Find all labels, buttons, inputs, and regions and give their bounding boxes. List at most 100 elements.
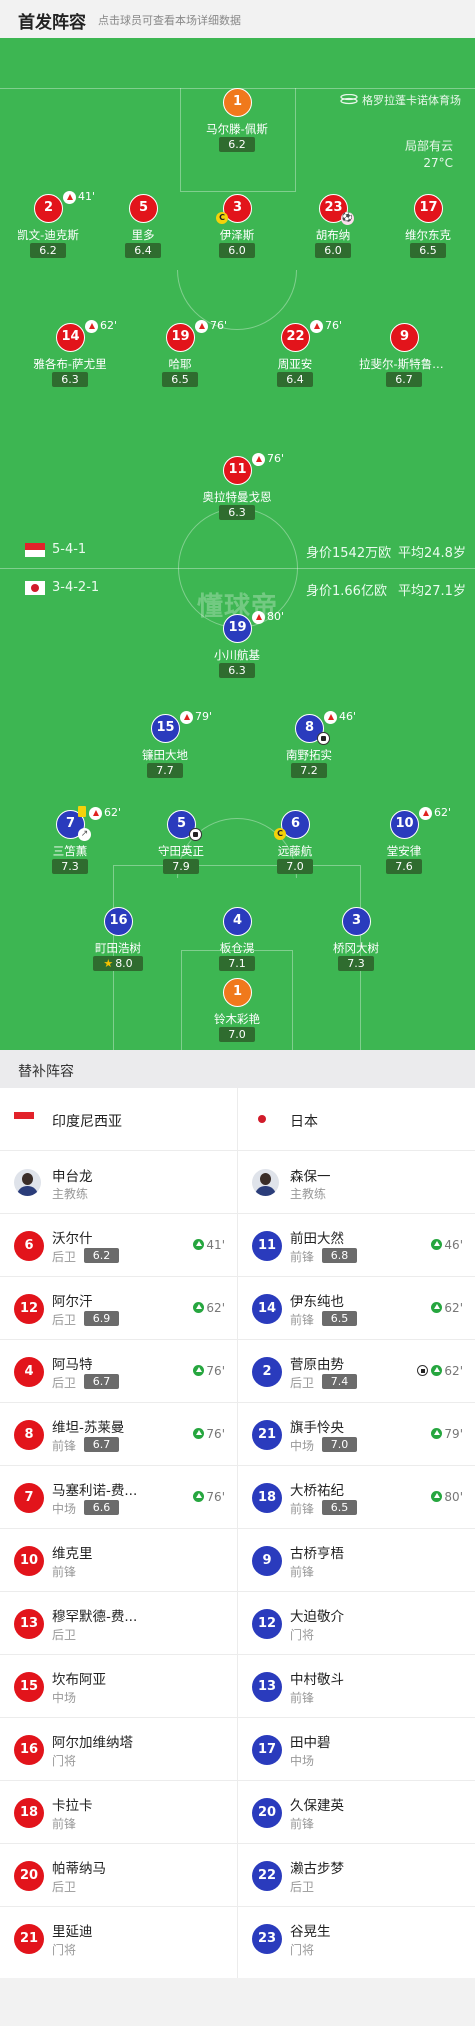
- sub-player-row[interactable]: 11 前田大然 前锋 6.8 46': [238, 1214, 475, 1277]
- sub-player-row[interactable]: 16 阿尔加维纳塔 门将: [0, 1718, 237, 1781]
- player-rating: 7.0: [219, 1027, 255, 1042]
- sub-player-row[interactable]: 17 田中碧 中场: [238, 1718, 475, 1781]
- sub-number: 18: [252, 1483, 282, 1513]
- sub-number: 12: [252, 1609, 282, 1639]
- sub-rating: 6.7: [84, 1374, 119, 1389]
- sub-player-row[interactable]: 12 大迫敬介 门将: [238, 1592, 475, 1655]
- sub-in-icon: [431, 1365, 443, 1376]
- player-name: 哈耶: [168, 357, 192, 371]
- home-avg-age: 平均24.8岁: [398, 546, 466, 561]
- sub-position: 中场: [290, 1754, 315, 1768]
- coach-avatar: [252, 1169, 279, 1196]
- home-team-row: 印度尼西亚: [0, 1088, 237, 1151]
- sub-out-icon: [324, 711, 337, 724]
- sub-player-row[interactable]: 12 阿尔汗 后卫 6.9 62': [0, 1277, 237, 1340]
- sub-player-row[interactable]: 18 卡拉卡 前锋: [0, 1781, 237, 1844]
- player-rating: 7.9: [163, 859, 199, 874]
- stadium-info: 格罗拉蓬卡诺体育场: [340, 92, 461, 108]
- sub-position: 后卫: [52, 1880, 77, 1894]
- sub-in-time: 79': [431, 1427, 463, 1441]
- sub-player-row[interactable]: 15 坎布阿亚 中场: [0, 1655, 237, 1718]
- coach-role: 主教练: [290, 1187, 327, 1201]
- sub-position: 前锋: [290, 1565, 315, 1579]
- stadium-name: 格罗拉蓬卡诺体育场: [362, 94, 461, 107]
- sub-player-row[interactable]: 14 伊东纯也 前锋 6.5 62': [238, 1277, 475, 1340]
- player-rating: 6.2: [219, 137, 255, 152]
- sub-player-row[interactable]: 8 维坦-苏莱曼 前锋 6.7 76': [0, 1403, 237, 1466]
- player-name: 胡布纳: [315, 228, 351, 242]
- weather-info: 局部有云 27°C: [333, 138, 453, 172]
- sub-player-row[interactable]: 13 中村敬斗 前锋: [238, 1655, 475, 1718]
- sub-player-row[interactable]: 22 濑古步梦 后卫: [238, 1844, 475, 1907]
- sub-name: 大迫敬介: [290, 1609, 344, 1625]
- sub-in-icon: [431, 1428, 443, 1439]
- sub-position: 后卫: [52, 1376, 77, 1390]
- sub-in-icon: [193, 1302, 205, 1313]
- sub-position: 门将: [52, 1943, 77, 1957]
- sub-player-row[interactable]: 23 谷晃生 门将: [238, 1907, 475, 1970]
- sub-name: 卡拉卡: [52, 1798, 93, 1814]
- away-formation: 3-4-2-1: [52, 580, 100, 595]
- player-number: 1: [223, 88, 252, 117]
- sub-number: 17: [252, 1735, 282, 1765]
- captain-badge: C: [216, 212, 228, 224]
- sub-position: 前锋: [52, 1565, 77, 1579]
- sub-position: 前锋: [52, 1439, 77, 1453]
- sub-player-row[interactable]: 13 穆罕默德-费... 后卫: [0, 1592, 237, 1655]
- sub-number: 20: [252, 1798, 282, 1828]
- sub-player-row[interactable]: 21 里延迪 门将: [0, 1907, 237, 1970]
- player-name: 马尔滕-佩斯: [206, 122, 268, 136]
- captain-badge: C: [274, 828, 286, 840]
- sub-in-time: 76': [193, 1364, 225, 1378]
- goal-ball-icon: [317, 732, 330, 745]
- sub-number: 15: [14, 1672, 44, 1702]
- sub-player-row[interactable]: 20 帕蒂纳马 后卫: [0, 1844, 237, 1907]
- sub-player-row[interactable]: 7 马塞利诺-费... 中场 6.6 76': [0, 1466, 237, 1529]
- sub-player-row[interactable]: 4 阿马特 后卫 6.7 76': [0, 1340, 237, 1403]
- yellow-card-icon: [78, 806, 86, 817]
- sub-in-icon: [431, 1302, 443, 1313]
- penalty-arc-top: [177, 270, 297, 330]
- player-rating: ★ 8.0: [93, 956, 143, 971]
- player-rating: 6.5: [410, 243, 446, 258]
- sub-in-icon: [193, 1365, 205, 1376]
- sub-player-row[interactable]: 10 维克里 前锋: [0, 1529, 237, 1592]
- player-name: 镰田大地: [142, 748, 188, 762]
- home-coach[interactable]: 申台龙 主教练: [0, 1151, 237, 1214]
- sub-name: 里延迪: [52, 1924, 93, 1940]
- sub-name: 阿尔汗: [52, 1294, 93, 1310]
- sub-player-row[interactable]: 21 旗手怜央 中场 7.0 79': [238, 1403, 475, 1466]
- sub-name: 维克里: [52, 1546, 93, 1562]
- sub-position: 门将: [290, 1943, 315, 1957]
- sub-player-row[interactable]: 20 久保建英 前锋: [238, 1781, 475, 1844]
- coach-name: 森保一: [290, 1169, 331, 1185]
- player-number: 4: [223, 907, 252, 936]
- sub-rating: 6.6: [84, 1500, 119, 1515]
- player-name: 板仓滉: [219, 941, 255, 955]
- sub-player-row[interactable]: 2 菅原由势 后卫 7.4 62': [238, 1340, 475, 1403]
- player-rating: 7.3: [338, 956, 374, 971]
- sub-number: 12: [14, 1294, 44, 1324]
- sub-name: 旗手怜央: [290, 1420, 344, 1436]
- sub-position: 前锋: [290, 1691, 315, 1705]
- sub-player-row[interactable]: 6 沃尔什 后卫 6.2 41': [0, 1214, 237, 1277]
- sub-player-row[interactable]: 18 大桥祐纪 前锋 6.5 80': [238, 1466, 475, 1529]
- sub-minute: 76': [210, 319, 228, 332]
- sub-name: 阿尔加维纳塔: [52, 1735, 133, 1751]
- sub-name: 谷晃生: [290, 1924, 331, 1940]
- away-coach[interactable]: 森保一 主教练: [238, 1151, 475, 1214]
- player-number: 10: [390, 810, 419, 839]
- player-number: 14: [56, 323, 85, 352]
- sub-number: 8: [14, 1420, 44, 1450]
- sub-number: 22: [252, 1861, 282, 1891]
- player-number: 5: [129, 194, 158, 223]
- sub-in-time: 80': [431, 1490, 463, 1504]
- sub-player-row[interactable]: 9 古桥亨梧 前锋: [238, 1529, 475, 1592]
- sub-in-icon: [193, 1428, 205, 1439]
- sub-in-icon: [431, 1491, 443, 1502]
- player-rating: 6.2: [30, 243, 66, 258]
- lineup-header: 首发阵容 点击球员可查看本场详细数据: [0, 0, 475, 38]
- sub-in-time: 62': [431, 1301, 463, 1315]
- sub-position: 门将: [290, 1628, 315, 1642]
- sub-minute: 79': [195, 710, 213, 723]
